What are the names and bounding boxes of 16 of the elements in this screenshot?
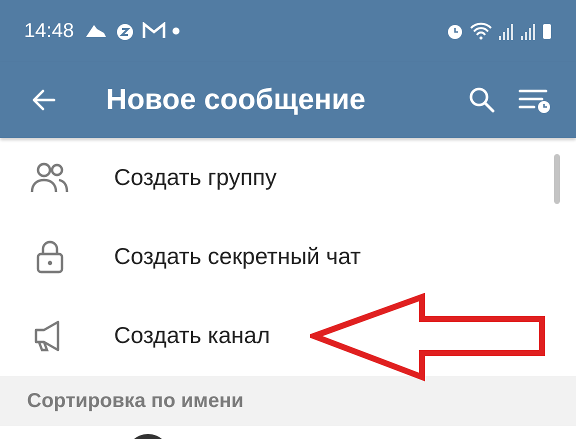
signal-icon: [498, 22, 514, 40]
battery-icon: [542, 22, 552, 40]
notification-dot-icon: [172, 27, 180, 35]
wifi-icon: [470, 22, 492, 40]
menu-item[interactable]: Создать секретный чат: [0, 217, 576, 296]
search-icon: [468, 86, 496, 114]
mail-icon: [142, 22, 166, 40]
section-header: Сортировка по имени: [0, 376, 576, 426]
scrollbar[interactable]: [554, 154, 560, 204]
people-icon: [30, 160, 70, 194]
screen-title: Новое сообщение: [106, 84, 367, 116]
signal-icon: [520, 22, 536, 40]
menu-item[interactable]: Создать группу: [0, 138, 576, 217]
alarm-clock-icon: [446, 22, 464, 40]
menu-item[interactable]: Создать канал: [0, 296, 576, 375]
status-time: 14:48: [24, 20, 74, 42]
